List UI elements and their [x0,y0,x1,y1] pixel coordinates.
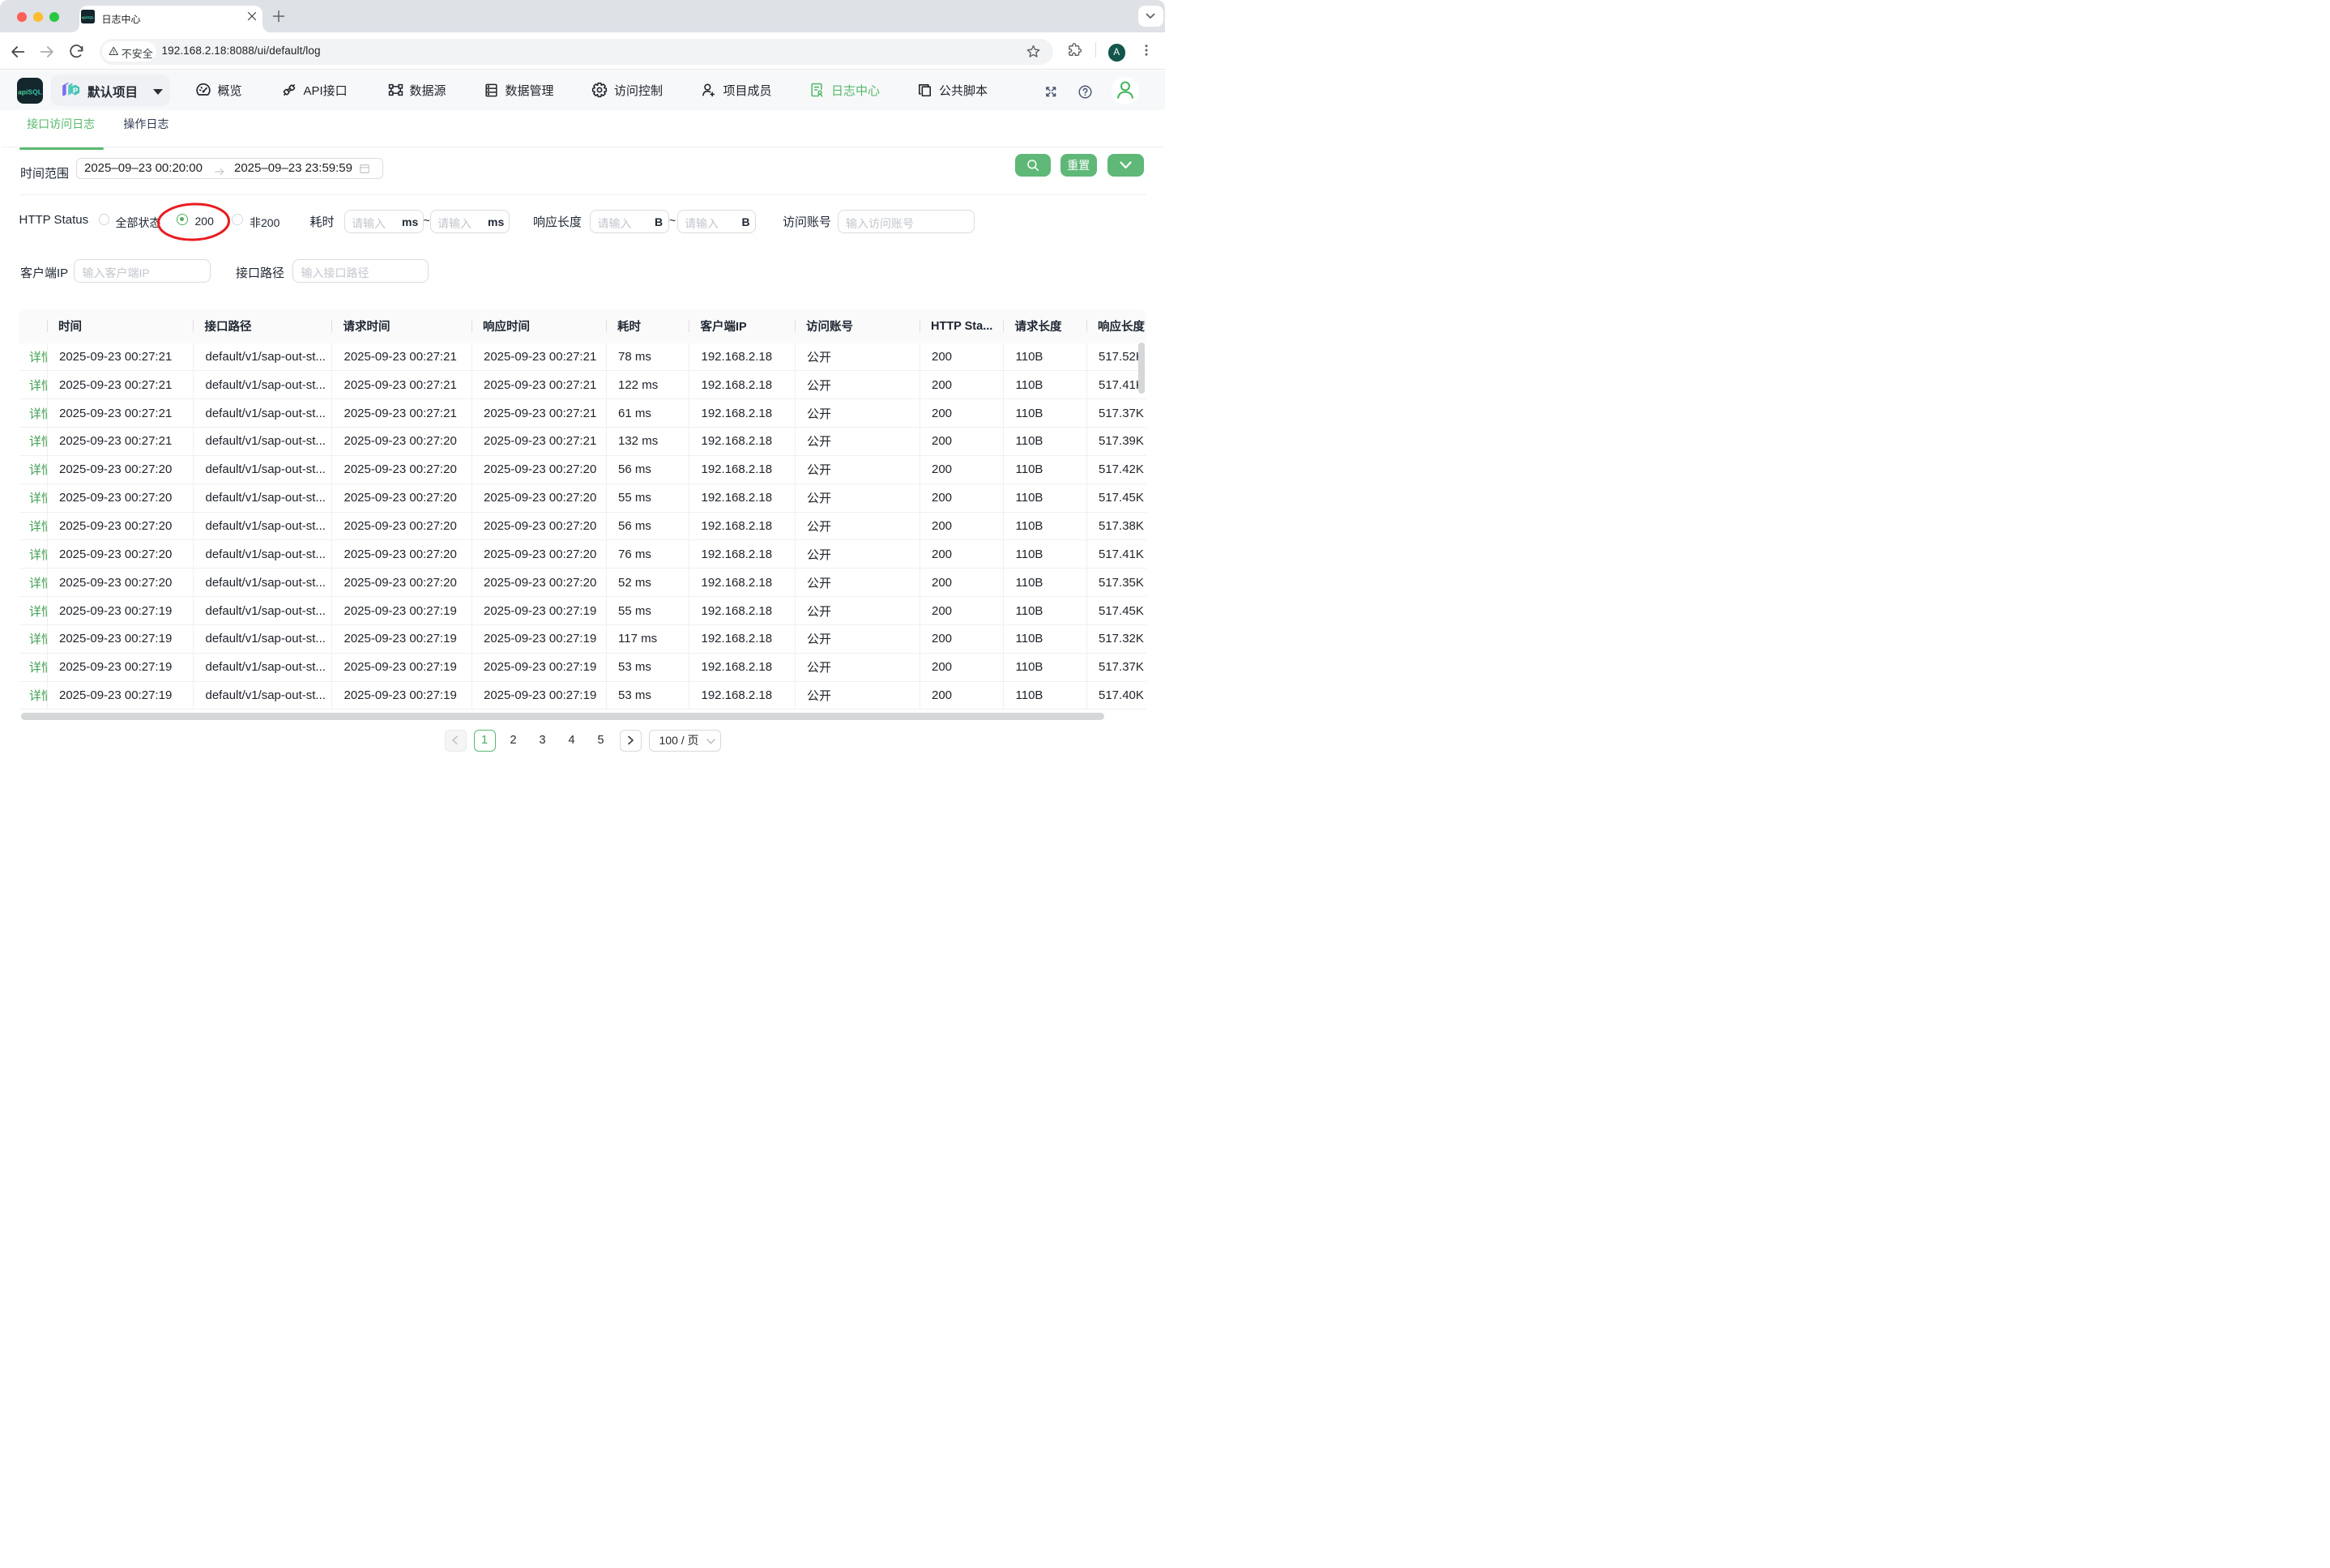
svg-text:apiSQL: apiSQL [81,15,94,19]
svg-text:P: P [73,87,79,96]
svg-text:apiSQL: apiSQL [17,87,41,96]
